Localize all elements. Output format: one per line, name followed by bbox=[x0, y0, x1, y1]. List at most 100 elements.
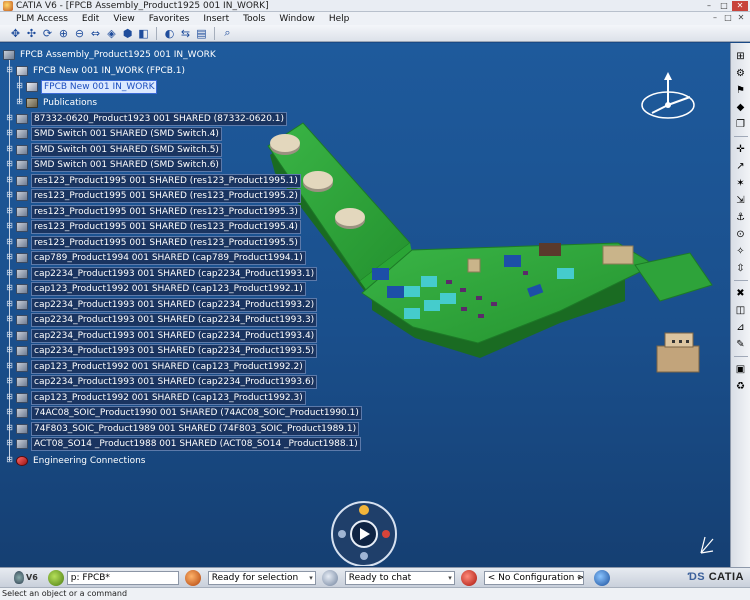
tree-item[interactable]: ⊞ SMD Switch 001 SHARED (SMD Switch.6) bbox=[5, 157, 222, 172]
ic-soic[interactable] bbox=[539, 243, 561, 256]
tree-item[interactable]: ⊞ cap2234_Product1993 001 SHARED (cap2234… bbox=[5, 297, 318, 312]
clash-icon[interactable]: ✖ bbox=[733, 285, 749, 301]
product-structure-icon[interactable]: ⊞ bbox=[733, 48, 749, 64]
tree-item-label[interactable]: cap789_Product1994 001 SHARED (cap789_Pr… bbox=[31, 250, 306, 265]
chat-icon[interactable] bbox=[321, 569, 338, 586]
selection-status[interactable]: Ready for selection ▾ bbox=[207, 570, 316, 585]
copy-icon[interactable]: ❐ bbox=[733, 116, 749, 132]
tree-item-label[interactable]: cap2234_Product1993 001 SHARED (cap2234_… bbox=[31, 266, 318, 281]
expand-icon[interactable]: ⊞ bbox=[5, 346, 14, 355]
ic-soic-large[interactable] bbox=[602, 245, 634, 265]
swap-visible-icon[interactable]: ⇆ bbox=[178, 26, 193, 41]
navigation-wheel-icon[interactable] bbox=[328, 498, 400, 566]
expand-icon[interactable]: ⊞ bbox=[5, 362, 14, 371]
tree-item[interactable]: ⊞ cap2234_Product1993 001 SHARED (cap2234… bbox=[5, 374, 318, 389]
expand-icon[interactable]: ⊞ bbox=[5, 253, 14, 262]
measure-icon[interactable]: ⊿ bbox=[733, 319, 749, 335]
tree-item-label[interactable]: ACT08_SO14 _Product1988 001 SHARED (ACT0… bbox=[31, 436, 361, 451]
capacitor[interactable] bbox=[504, 255, 521, 267]
tree-item-label[interactable]: cap123_Product1992 001 SHARED (cap123_Pr… bbox=[31, 281, 306, 296]
resistor[interactable] bbox=[478, 314, 484, 318]
tree-item-label[interactable]: res123_Product1995 001 SHARED (res123_Pr… bbox=[31, 235, 301, 250]
zoom-out-icon[interactable]: ⊖ bbox=[72, 26, 87, 41]
expand-icon[interactable]: ⊞ bbox=[5, 331, 14, 340]
tree-item[interactable]: ⊞ res123_Product1995 001 SHARED (res123_P… bbox=[5, 204, 301, 219]
expand-icon[interactable]: ⊞ bbox=[15, 82, 24, 91]
explode-icon[interactable]: ✶ bbox=[733, 175, 749, 191]
tree-item-label[interactable]: 87332-0620_Product1923 001 SHARED (87332… bbox=[31, 111, 288, 126]
pan-icon[interactable]: ✣ bbox=[24, 26, 39, 41]
constraint-icon[interactable]: ⇲ bbox=[733, 192, 749, 208]
tree-item[interactable]: ⊞ res123_Product1995 001 SHARED (res123_P… bbox=[5, 219, 301, 234]
minimize-button[interactable]: – bbox=[702, 1, 716, 11]
rotate-icon[interactable]: ⟳ bbox=[40, 26, 55, 41]
zoom-in-icon[interactable]: ⊕ bbox=[56, 26, 71, 41]
tree-item[interactable]: ⊞ ACT08_SO14 _Product1988 001 SHARED (ACT… bbox=[5, 436, 361, 451]
capacitor[interactable] bbox=[440, 293, 456, 304]
expand-icon[interactable]: ⊞ bbox=[5, 160, 14, 169]
refresh-icon[interactable]: ♻ bbox=[733, 378, 749, 394]
tree-item[interactable]: ⊞ cap2234_Product1993 001 SHARED (cap2234… bbox=[5, 266, 318, 281]
expand-icon[interactable]: ⊞ bbox=[5, 269, 14, 278]
tree-item[interactable]: ⊞ 74F803_SOIC_Product1989 001 SHARED (74F… bbox=[5, 421, 360, 436]
v6-compass[interactable]: V6 bbox=[14, 571, 38, 584]
expand-icon[interactable]: ⊞ bbox=[5, 207, 14, 216]
tree-node-publications-label[interactable]: Publications bbox=[41, 97, 99, 109]
expand-icon[interactable]: ⊞ bbox=[5, 300, 14, 309]
resistor[interactable] bbox=[446, 280, 452, 284]
tree-item[interactable]: ⊞ res123_Product1995 001 SHARED (res123_P… bbox=[5, 173, 301, 188]
tree-node-fpcb-label[interactable]: FPCB New 001 IN_WORK (FPCB.1) bbox=[31, 65, 187, 77]
hide-show-icon[interactable]: ◐ bbox=[162, 26, 177, 41]
select-icon[interactable]: ✥ bbox=[8, 26, 23, 41]
expand-icon[interactable]: ⊞ bbox=[5, 114, 14, 123]
smd-switch[interactable] bbox=[270, 134, 300, 155]
existing-component-icon[interactable]: ⚑ bbox=[733, 82, 749, 98]
chat-status[interactable]: Ready to chat ▾ bbox=[344, 570, 455, 585]
tree-item-label[interactable]: cap2234_Product1993 001 SHARED (cap2234_… bbox=[31, 312, 318, 327]
expand-icon[interactable]: ⊞ bbox=[5, 222, 14, 231]
connector-87332[interactable] bbox=[656, 332, 700, 373]
tree-root[interactable]: FPCB Assembly_Product1925 001 IN_WORK bbox=[3, 48, 218, 61]
tree-item[interactable]: ⊞ SMD Switch 001 SHARED (SMD Switch.4) bbox=[5, 126, 222, 141]
expand-icon[interactable]: ⊞ bbox=[5, 439, 14, 448]
snap-icon[interactable]: ↗ bbox=[733, 158, 749, 174]
expand-icon[interactable]: ⊞ bbox=[15, 98, 24, 107]
tree-item-label[interactable]: res123_Product1995 001 SHARED (res123_Pr… bbox=[31, 173, 301, 188]
tree-item-label[interactable]: cap2234_Product1993 001 SHARED (cap2234_… bbox=[31, 374, 318, 389]
tree-item[interactable]: ⊞ cap123_Product1992 001 SHARED (cap123_P… bbox=[5, 359, 306, 374]
new-part-icon[interactable]: ◆ bbox=[733, 99, 749, 115]
tree-item[interactable]: ⊞ 87332-0620_Product1923 001 SHARED (8733… bbox=[5, 111, 288, 126]
contact-icon[interactable]: ✧ bbox=[733, 243, 749, 259]
tree-node-fpcb[interactable]: ⊟ FPCB New 001 IN_WORK (FPCB.1) bbox=[5, 64, 187, 77]
menu-insert[interactable]: Insert bbox=[196, 14, 236, 24]
people-icon[interactable] bbox=[184, 569, 201, 586]
tree-item-label[interactable]: res123_Product1995 001 SHARED (res123_Pr… bbox=[31, 219, 301, 234]
resistor[interactable] bbox=[460, 288, 466, 292]
tree-item-label[interactable]: cap2234_Product1993 001 SHARED (cap2234_… bbox=[31, 343, 318, 358]
tree-item-label[interactable]: cap2234_Product1993 001 SHARED (cap2234_… bbox=[31, 328, 318, 343]
tree-item[interactable]: ⊞ cap789_Product1994 001 SHARED (cap789_P… bbox=[5, 250, 306, 265]
resistor[interactable] bbox=[523, 271, 528, 275]
tree-item[interactable]: ⊞ cap2234_Product1993 001 SHARED (cap2234… bbox=[5, 328, 318, 343]
expand-icon[interactable]: ⊞ bbox=[5, 238, 14, 247]
capacitor[interactable] bbox=[387, 286, 404, 298]
smd-switch[interactable] bbox=[335, 208, 365, 229]
tree-item[interactable]: ⊞ res123_Product1995 001 SHARED (res123_P… bbox=[5, 235, 301, 250]
menu-window[interactable]: Window bbox=[272, 14, 322, 24]
menu-help[interactable]: Help bbox=[322, 14, 357, 24]
resistor[interactable] bbox=[476, 296, 482, 300]
doc-minimize-button[interactable]: – bbox=[710, 13, 720, 23]
tree-item[interactable]: ⊞ cap2234_Product1993 001 SHARED (cap2234… bbox=[5, 343, 318, 358]
properties-icon[interactable]: ▤ bbox=[194, 26, 209, 41]
tree-item[interactable]: ⊞ cap2234_Product1993 001 SHARED (cap2234… bbox=[5, 312, 318, 327]
configuration-icon[interactable] bbox=[460, 569, 477, 586]
section-icon[interactable]: ◫ bbox=[733, 302, 749, 318]
fix-icon[interactable]: ⚓ bbox=[733, 209, 749, 225]
tree-item-label[interactable]: cap2234_Product1993 001 SHARED (cap2234_… bbox=[31, 297, 318, 312]
tree-item-label[interactable]: 74AC08_SOIC_Product1990 001 SHARED (74AC… bbox=[31, 405, 362, 420]
expand-icon[interactable]: ⊞ bbox=[5, 377, 14, 386]
tree-item-label[interactable]: cap123_Product1992 001 SHARED (cap123_Pr… bbox=[31, 359, 306, 374]
tree-item[interactable]: ⊞ res123_Product1995 001 SHARED (res123_P… bbox=[5, 188, 301, 203]
menu-favorites[interactable]: Favorites bbox=[142, 14, 197, 24]
coincidence-icon[interactable]: ⊙ bbox=[733, 226, 749, 242]
